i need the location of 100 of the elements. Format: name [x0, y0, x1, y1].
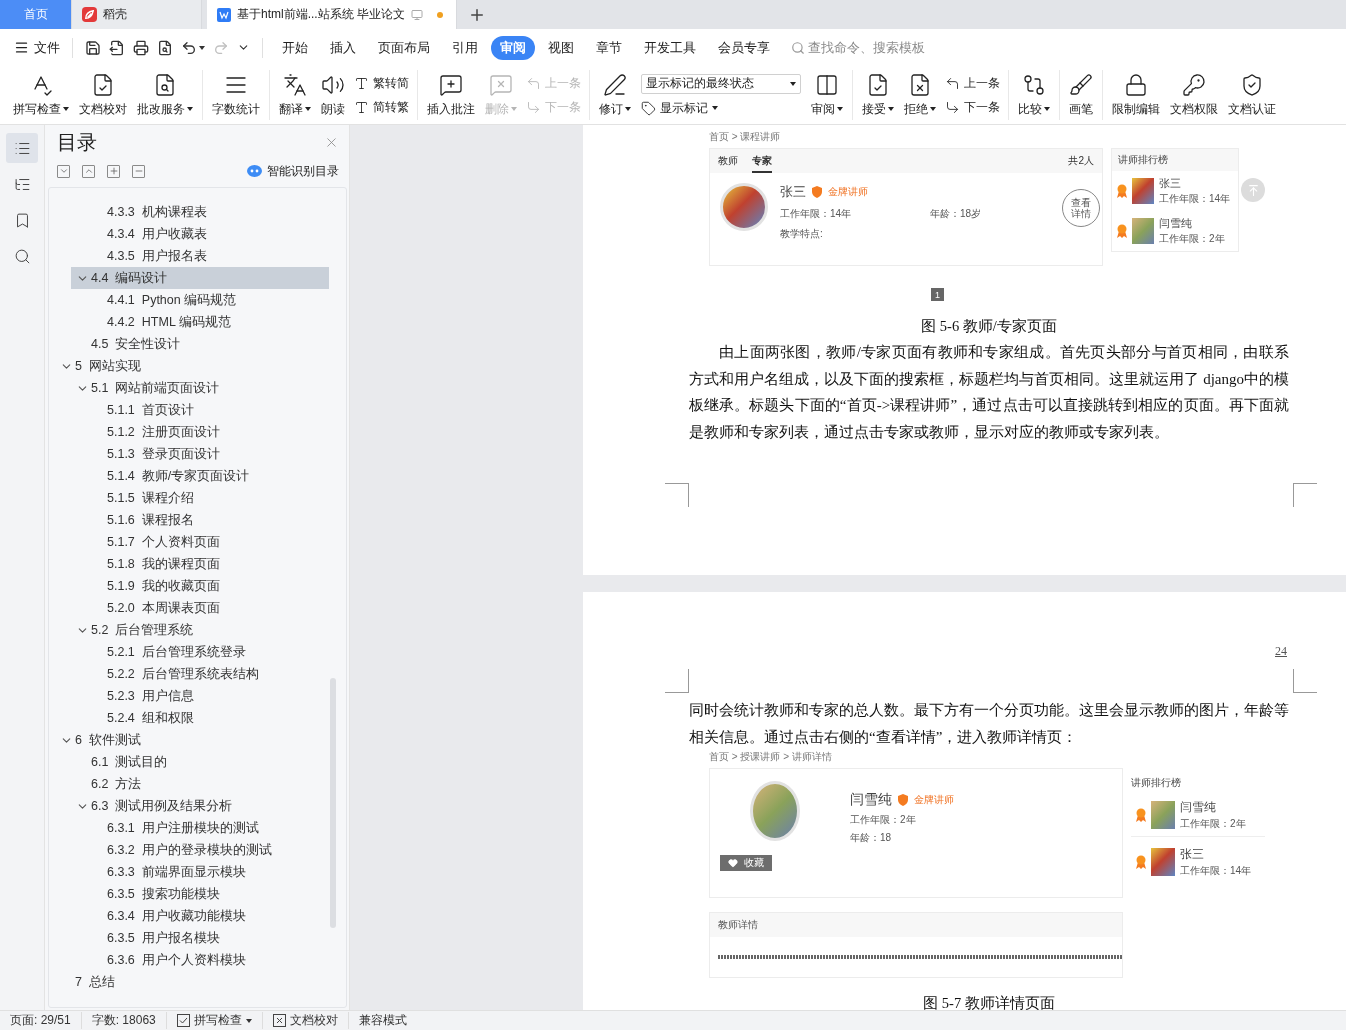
toc-item[interactable]: 5.1.7 个人资料页面: [87, 531, 329, 553]
toc-item[interactable]: 6.3 测试用例及结果分析: [71, 795, 329, 817]
teacher-name: 闫雪纯: [850, 791, 892, 809]
chevron-up-icon: [83, 166, 94, 176]
details-button[interactable]: 查看详情: [1062, 189, 1100, 227]
toc-item[interactable]: 6.3.3 前端界面显示模块: [87, 861, 329, 883]
heart-icon: [728, 858, 738, 868]
ribbon-button[interactable]: 审阅: [807, 68, 847, 122]
spell-check-button[interactable]: 拼写检查: [166, 1012, 263, 1029]
toc-item[interactable]: 5.2.4 组和权限: [87, 707, 329, 729]
toc-item[interactable]: 4.4 编码设计: [71, 267, 329, 289]
toc-item[interactable]: 5.1.2 注册页面设计: [87, 421, 329, 443]
ribbon-button[interactable]: 文档校对: [75, 68, 131, 122]
toc-item[interactable]: 5.1.9 我的收藏页面: [87, 575, 329, 597]
ribbon-button[interactable]: 修订: [595, 68, 635, 122]
toc-item[interactable]: 6.1 测试目的: [71, 751, 329, 773]
toc-item[interactable]: 5.2.1 后台管理系统登录: [87, 641, 329, 663]
ribbon-button[interactable]: 批改服务: [133, 68, 197, 122]
total-count: 共2人: [1068, 154, 1094, 168]
toc-item[interactable]: 6.3.1 用户注册模块的测试: [87, 817, 329, 839]
toc-item[interactable]: 4.4.1 Python 编码规范: [87, 289, 329, 311]
toc-item[interactable]: 4.5 安全性设计: [71, 333, 329, 355]
toc-item[interactable]: 6.3.4 用户收藏功能模块: [87, 905, 329, 927]
toc-item[interactable]: 6.3.2 用户的登录模块的测试: [87, 839, 329, 861]
add-button[interactable]: [107, 164, 120, 178]
toc-item[interactable]: 6.2 方法: [71, 773, 329, 795]
ribbon-button[interactable]: 上一条: [945, 74, 1000, 92]
list-tab[interactable]: 专家: [752, 149, 772, 173]
toc-item[interactable]: 5.1.3 登录页面设计: [87, 443, 329, 465]
shield-badge-icon: [812, 186, 822, 198]
expand-button[interactable]: [82, 164, 95, 178]
ribbon-button[interactable]: 下一条: [945, 98, 1000, 116]
ribbon-button[interactable]: 朗读: [317, 68, 349, 122]
toc-item[interactable]: 5.1.5 课程介绍: [87, 487, 329, 509]
ribbon-button[interactable]: 比较: [1014, 68, 1054, 122]
ribbon-button[interactable]: 拒绝: [900, 68, 940, 122]
review-pane-icon: [815, 72, 839, 97]
section-title: 教师详情: [718, 918, 758, 932]
toc-item[interactable]: 4.4.2 HTML 编码规范: [87, 311, 329, 333]
window-tab[interactable]: 稻壳: [72, 0, 202, 29]
toc-item[interactable]: 5.1.1 首页设计: [87, 399, 329, 421]
sidebar-button[interactable]: [6, 133, 38, 163]
ribbon-button[interactable]: 限制编辑: [1108, 68, 1164, 122]
toc-item[interactable]: 5.1 网站前端页面设计: [71, 377, 329, 399]
ribbon-tab[interactable]: 页面布局: [369, 35, 439, 60]
ribbon-tab[interactable]: 会员专享: [709, 35, 779, 60]
proofread-button[interactable]: 文档校对: [262, 1012, 349, 1029]
toc-item[interactable]: 5.1.8 我的课程页面: [87, 553, 329, 575]
file-menu-button[interactable]: 文件: [10, 38, 64, 57]
search-field[interactable]: 查找命令、搜索模板: [791, 40, 938, 55]
toc-item[interactable]: 6.3.5 搜索功能模块: [87, 883, 329, 905]
feature-label: 教学特点:: [780, 227, 823, 241]
ribbon-button[interactable]: 简转繁: [354, 98, 409, 116]
print-preview-icon: [157, 39, 173, 56]
remove-button[interactable]: [132, 164, 145, 178]
toc-item[interactable]: 5.2.2 后台管理系统表结构: [87, 663, 329, 685]
ribbon-button[interactable]: 接受: [858, 68, 898, 122]
ribbon-button[interactable]: 拼写检查: [9, 68, 73, 122]
toc-item[interactable]: 5.1.6 课程报名: [87, 509, 329, 531]
monitor-icon: [411, 8, 423, 21]
window-tab[interactable]: 基于html前端...站系统 毕业论文: [207, 0, 457, 29]
previous-icon: [945, 75, 960, 91]
smart-toc-button[interactable]: 智能识别目录: [241, 161, 345, 181]
list-tab[interactable]: 教师: [718, 149, 738, 173]
toc-item[interactable]: 6 软件测试: [55, 729, 329, 751]
toc-item[interactable]: 5.2 后台管理系统: [71, 619, 329, 641]
ribbon-tab[interactable]: 审阅: [491, 35, 535, 60]
toc-item[interactable]: 7 总结: [55, 971, 329, 993]
age-label: 年龄：18: [850, 831, 893, 845]
ribbon-tab[interactable]: 插入: [321, 35, 365, 60]
toc-item[interactable]: 6.3.6 用户个人资料模块: [87, 949, 329, 971]
ribbon-tab[interactable]: 章节: [587, 35, 631, 60]
ribbon-button[interactable]: 文档认证: [1224, 68, 1280, 122]
favorite-button[interactable]: 收藏: [720, 855, 772, 871]
corner-mark: [1293, 669, 1317, 693]
ribbon-tab[interactable]: 视图: [539, 35, 583, 60]
toc-item[interactable]: 4.3.3 机构课程表: [87, 201, 329, 223]
ribbon-button[interactable]: 繁转简: [354, 74, 409, 92]
ribbon-tab[interactable]: 开发工具: [635, 35, 705, 60]
toc-item[interactable]: 4.3.4 用户收藏表: [87, 223, 329, 245]
toc-item[interactable]: 5 网站实现: [55, 355, 329, 377]
toc-item[interactable]: 6.3.5 用户报名模块: [87, 927, 329, 949]
age-label: 年龄：18岁: [930, 207, 983, 221]
toc-item[interactable]: 5.2.3 用户信息: [87, 685, 329, 707]
ribbon-button[interactable]: 字数统计: [208, 68, 264, 122]
ribbon-button[interactable]: 翻译: [275, 68, 315, 122]
ribbon-button[interactable]: 显示标记: [641, 99, 801, 117]
toc-item[interactable]: 4.3.5 用户报名表: [87, 245, 329, 267]
ribbon-tab[interactable]: 引用: [443, 35, 487, 60]
toc-item[interactable]: 5.1.4 教师/专家页面设计: [87, 465, 329, 487]
ribbon-button[interactable]: 插入批注: [423, 68, 479, 122]
ribbon-button[interactable]: 文档权限: [1166, 68, 1222, 122]
character-icon: [354, 75, 369, 91]
scrollbar-thumb[interactable]: [330, 678, 336, 928]
markup-select[interactable]: 显示标记的最终状态: [641, 73, 801, 94]
ribbon-button[interactable]: 画笔: [1065, 68, 1097, 122]
page-number-button[interactable]: 1: [931, 288, 944, 301]
collapse-button[interactable]: [57, 164, 70, 178]
ribbon-tab[interactable]: 开始: [273, 35, 317, 60]
toc-item[interactable]: 5.2.0 本周课表页面: [87, 597, 329, 619]
